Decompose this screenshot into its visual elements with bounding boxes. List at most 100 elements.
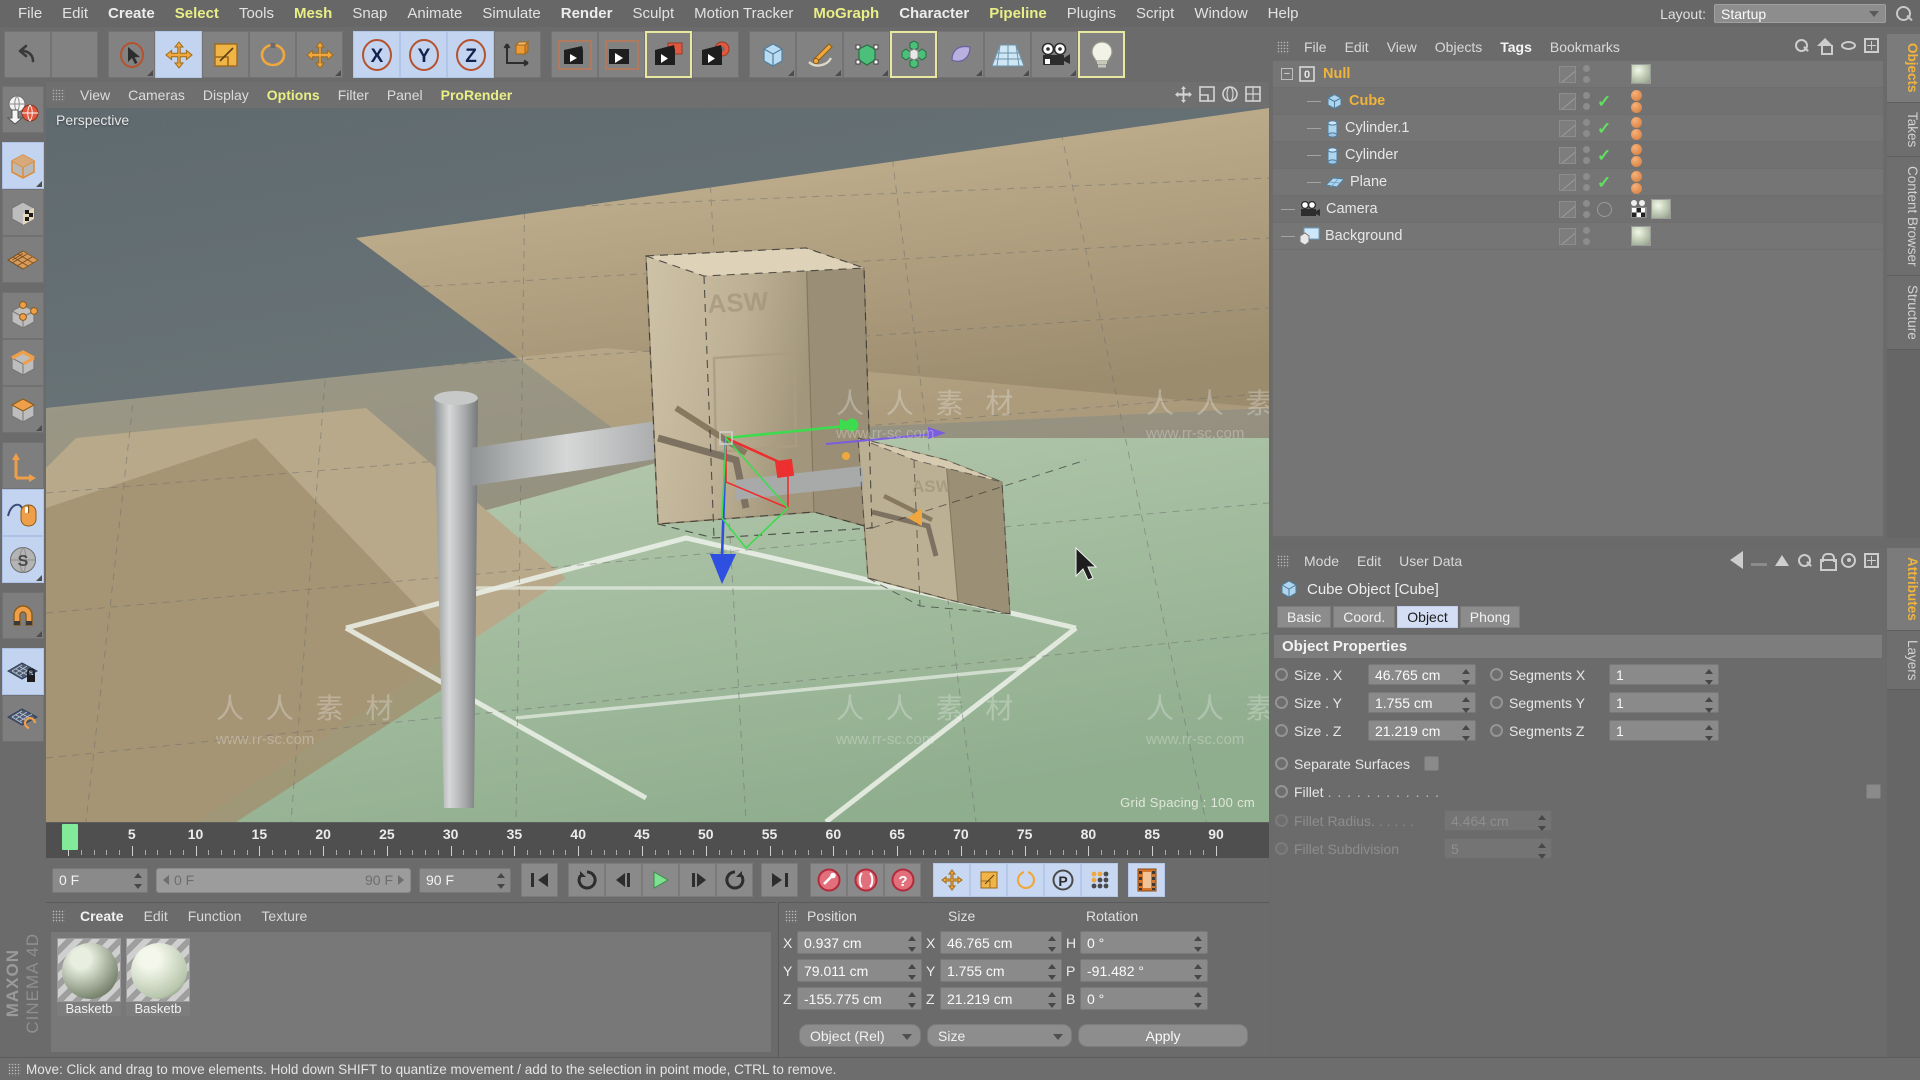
viewport-menu-display[interactable]: Display <box>194 85 258 105</box>
property-input[interactable]: 46.765 cm <box>1368 664 1476 685</box>
visibility-dots[interactable] <box>1583 119 1590 137</box>
layout-dropdown[interactable]: Startup <box>1714 4 1886 23</box>
forward-arrow-icon[interactable] <box>1751 562 1767 566</box>
autokeying-button[interactable] <box>847 863 884 897</box>
rotation-input[interactable]: 0 ° <box>1080 987 1208 1010</box>
menu-window[interactable]: Window <box>1184 2 1257 25</box>
end-frame-field[interactable]: 90 F <box>419 867 511 893</box>
visibility-dots[interactable] <box>1583 65 1590 83</box>
menu-plugins[interactable]: Plugins <box>1057 2 1126 25</box>
camera-target-icon[interactable] <box>1597 201 1612 217</box>
segments-input[interactable]: 1 <box>1609 664 1719 685</box>
enabled-check-icon[interactable]: ✓ <box>1597 147 1611 164</box>
move-tool-alt[interactable] <box>296 31 343 78</box>
panel-grip-icon[interactable] <box>1277 40 1290 54</box>
spinner-icon[interactable] <box>908 992 916 1008</box>
object-name[interactable]: Camera <box>1326 201 1378 217</box>
add-scene-button[interactable] <box>984 31 1031 78</box>
make-editable-button[interactable] <box>2 86 44 133</box>
segments-input[interactable]: 1 <box>1609 720 1719 741</box>
rotation-input[interactable]: 0 ° <box>1080 931 1208 954</box>
go-to-end-button[interactable] <box>761 863 798 897</box>
enabled-check-icon[interactable]: ✓ <box>1597 93 1611 110</box>
layer-color-swatch[interactable] <box>1559 65 1576 83</box>
menu-sculpt[interactable]: Sculpt <box>622 2 684 25</box>
visibility-dots[interactable] <box>1583 173 1590 191</box>
property-input[interactable]: 21.219 cm <box>1368 720 1476 741</box>
object-name[interactable]: Cube <box>1349 93 1385 109</box>
menu-mograph[interactable]: MoGraph <box>803 2 889 25</box>
size-input[interactable]: 1.755 cm <box>940 959 1062 982</box>
object-name[interactable]: Plane <box>1350 174 1387 190</box>
spinner-icon[interactable] <box>1194 992 1202 1008</box>
object-menu-bookmarks[interactable]: Bookmarks <box>1541 37 1629 57</box>
spinner-icon[interactable] <box>1705 669 1713 685</box>
enable-axis-button[interactable] <box>2 489 44 536</box>
axis-x-lock[interactable]: X <box>353 31 400 78</box>
material-item[interactable]: Basketb <box>57 938 121 1046</box>
polygons-mode-button[interactable] <box>2 386 44 433</box>
vtab-content-browser[interactable]: Content Browser <box>1887 156 1920 277</box>
panel-grip-icon[interactable] <box>52 88 65 102</box>
panel-grip-icon[interactable] <box>1277 554 1290 568</box>
spinner-icon[interactable] <box>1194 964 1202 980</box>
object-row[interactable]: Cylinder.1 ✓ <box>1273 115 1883 142</box>
panel-grip-icon[interactable] <box>8 1062 21 1076</box>
timeline-playhead[interactable] <box>62 824 78 850</box>
menu-help[interactable]: Help <box>1258 2 1309 25</box>
panel-grip-icon[interactable] <box>52 909 65 923</box>
add-mograph-button[interactable] <box>890 31 937 78</box>
material-tag-icon[interactable] <box>1631 64 1651 84</box>
spinner-icon[interactable] <box>1048 992 1056 1008</box>
plus-box-icon[interactable] <box>1864 38 1879 53</box>
texture-mode-button[interactable] <box>2 189 44 236</box>
material-list[interactable]: Basketb Basketb <box>50 931 772 1053</box>
object-menu-view[interactable]: View <box>1378 37 1426 57</box>
expand-collapse-icon[interactable]: − <box>1281 68 1293 80</box>
layer-color-swatch[interactable] <box>1559 119 1576 137</box>
menu-tools[interactable]: Tools <box>229 2 284 25</box>
spinner-icon[interactable] <box>1462 697 1470 713</box>
material-menu-edit[interactable]: Edit <box>134 906 178 926</box>
viewport-menu-panel[interactable]: Panel <box>378 85 432 105</box>
property-radio[interactable] <box>1275 668 1288 681</box>
spinner-icon[interactable] <box>1705 725 1713 741</box>
record-keyframe-button[interactable] <box>810 863 847 897</box>
ellipse-icon[interactable] <box>1841 41 1856 50</box>
enabled-check-icon[interactable]: ✓ <box>1597 120 1611 137</box>
layer-color-swatch[interactable] <box>1559 92 1576 110</box>
scale-viewport-icon[interactable] <box>1199 86 1215 102</box>
segments-radio[interactable] <box>1490 668 1503 681</box>
panel-grip-icon[interactable] <box>785 909 798 923</box>
object-name[interactable]: Cylinder <box>1345 147 1398 163</box>
add-spline-button[interactable] <box>796 31 843 78</box>
up-arrow-icon[interactable] <box>1775 554 1789 566</box>
menu-render[interactable]: Render <box>551 2 623 25</box>
model-mode-button[interactable] <box>2 142 44 189</box>
segments-radio[interactable] <box>1490 724 1503 737</box>
visibility-dots[interactable] <box>1583 146 1590 164</box>
material-menu-texture[interactable]: Texture <box>251 906 317 926</box>
render-view-button[interactable] <box>551 31 598 78</box>
play-forward-button[interactable] <box>642 863 679 897</box>
go-to-start-button[interactable] <box>521 863 558 897</box>
points-mode-button[interactable] <box>2 292 44 339</box>
menu-pipeline[interactable]: Pipeline <box>979 2 1057 25</box>
apply-button[interactable]: Apply <box>1078 1024 1248 1047</box>
position-input[interactable]: 0.937 cm <box>797 931 922 954</box>
check-radio[interactable] <box>1275 785 1288 798</box>
lock-icon[interactable] <box>1820 553 1837 571</box>
tag-dots[interactable] <box>1631 89 1642 113</box>
snap-toggle-button[interactable] <box>2 592 44 639</box>
plus-box-icon[interactable] <box>1864 552 1879 568</box>
vtab-objects[interactable]: Objects <box>1887 34 1920 103</box>
edges-mode-button[interactable] <box>2 339 44 386</box>
material-tag-icon[interactable] <box>1651 199 1671 219</box>
menu-character[interactable]: Character <box>889 2 979 25</box>
spinner-icon[interactable] <box>1462 669 1470 685</box>
attribute-tab-object[interactable]: Object <box>1397 606 1458 628</box>
rotation-input[interactable]: -91.482 ° <box>1080 959 1208 982</box>
spinner-icon[interactable] <box>1048 964 1056 980</box>
menu-create[interactable]: Create <box>98 2 165 25</box>
material-tag-icon[interactable] <box>1631 226 1651 246</box>
